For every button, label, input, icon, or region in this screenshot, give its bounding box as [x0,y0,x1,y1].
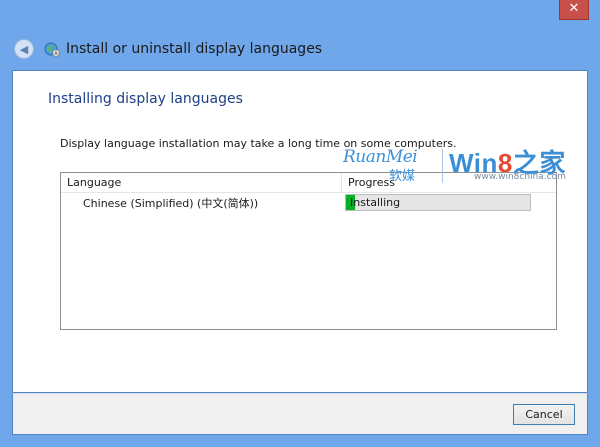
content-panel: Installing display languages Display lan… [12,70,588,393]
language-globe-icon: A [44,41,60,57]
column-header-language[interactable]: Language [61,173,342,193]
language-name: Chinese (Simplified) (中文(简体)) [83,197,259,210]
header-bar: ◀ A Install or uninstall display languag… [14,34,322,64]
back-arrow-icon: ◀ [19,42,29,56]
page-heading: Installing display languages [48,91,243,107]
progress-status: Installing [350,196,401,209]
svg-text:A: A [54,51,58,57]
dialog-window: ✕ ◀ A Install or uninstall display langu… [0,0,600,447]
progress-bar: Installing [345,194,531,211]
watermark-url: www.win8china.com [474,172,566,182]
footer-bar: Cancel [12,393,588,435]
window-title: Install or uninstall display languages [66,41,323,57]
back-button[interactable]: ◀ [14,39,34,59]
site-watermark: RuanMei 软媒 Win8之家 www.win8china.com [339,147,589,189]
cancel-button[interactable]: Cancel [513,404,575,425]
close-button[interactable]: ✕ [559,0,589,20]
watermark-ruanmei-cn: 软媒 [389,169,416,184]
close-icon: ✕ [568,1,580,16]
watermark-divider [442,149,443,183]
list-item[interactable]: Chinese (Simplified) (中文(简体)) Installing [61,193,556,214]
watermark-ruanmei-logo: RuanMei [343,147,418,167]
language-list[interactable]: Language Progress Chinese (Simplified) (… [60,172,557,330]
